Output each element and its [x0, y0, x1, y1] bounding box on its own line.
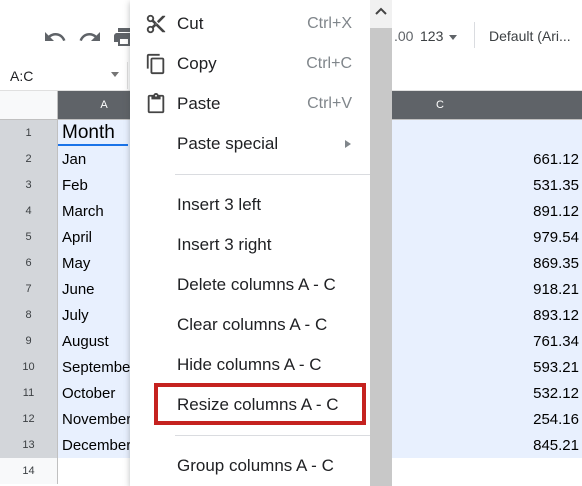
cell-a[interactable]: September [62, 359, 135, 376]
context-menu: Cut Ctrl+X Copy Ctrl+C Paste Ctrl+V Past… [130, 0, 370, 486]
menu-item-label: Insert 3 left [177, 195, 262, 214]
cell-a[interactable]: December [62, 437, 131, 454]
row-header[interactable]: 6 [0, 250, 58, 276]
undo-icon[interactable] [43, 25, 67, 49]
row-header[interactable]: 10 [0, 354, 58, 380]
menu-item-paste[interactable]: Paste Ctrl+V [130, 84, 370, 124]
menu-item-insert-left[interactable]: Insert 3 left [130, 185, 370, 225]
row-header[interactable]: 1 [0, 120, 58, 146]
cell-c[interactable]: 979.54 [533, 229, 579, 246]
cell-c[interactable]: 918.21 [533, 281, 579, 298]
menu-item-shortcut: Ctrl+C [306, 55, 352, 72]
cell-c[interactable]: 593.21 [533, 359, 579, 376]
cell-c[interactable]: 254.16 [533, 411, 579, 428]
row-header[interactable]: 3 [0, 172, 58, 198]
menu-item-delete-columns[interactable]: Delete columns A - C [130, 265, 370, 305]
highlight-box [154, 383, 366, 425]
menu-item-insert-right[interactable]: Insert 3 right [130, 225, 370, 265]
cell-a[interactable]: November [62, 411, 131, 428]
format-dropdown-icon [449, 35, 457, 40]
menu-divider [175, 435, 370, 436]
font-select[interactable]: Default (Ari... [489, 28, 571, 44]
cell-c[interactable]: 891.12 [533, 203, 579, 220]
cell-a[interactable]: April [62, 229, 92, 246]
row-header[interactable]: 7 [0, 276, 58, 302]
menu-item-label: Clear columns A - C [177, 315, 328, 334]
menu-item-label: Paste [177, 94, 221, 113]
toolbar-divider [474, 22, 475, 48]
active-cell-indicator [58, 120, 128, 146]
menu-item-label: Group columns A - C [177, 456, 334, 475]
menu-item-cut[interactable]: Cut Ctrl+X [130, 4, 370, 44]
menu-item-label: Cut [177, 14, 204, 33]
paste-icon [147, 93, 165, 114]
cell-c[interactable]: 531.35 [533, 177, 579, 194]
submenu-arrow-icon [345, 140, 351, 148]
row-header[interactable]: 13 [0, 432, 58, 458]
menu-item-label: Paste special [177, 134, 279, 153]
cell-a[interactable]: Jan [62, 151, 86, 168]
menu-item-clear-columns[interactable]: Clear columns A - C [130, 305, 370, 345]
menu-divider [175, 174, 370, 175]
cell-c[interactable]: 532.12 [533, 385, 579, 402]
cell-a[interactable]: October [62, 385, 115, 402]
menu-item-shortcut: Ctrl+V [307, 95, 352, 112]
cell-c[interactable]: 869.35 [533, 255, 579, 272]
row-header[interactable]: 11 [0, 380, 58, 406]
chevron-up-icon [375, 7, 387, 15]
menu-item-shortcut: Ctrl+X [307, 15, 352, 32]
cell-c[interactable]: 845.21 [533, 437, 579, 454]
menu-item-copy[interactable]: Copy Ctrl+C [130, 44, 370, 84]
row-header[interactable]: 2 [0, 146, 58, 172]
menu-item-paste-special[interactable]: Paste special [130, 124, 370, 164]
menu-item-group-columns[interactable]: Group columns A - C [130, 446, 370, 486]
cut-icon [146, 14, 166, 34]
select-all-corner[interactable] [0, 91, 58, 119]
cell-c[interactable]: 661.12 [533, 151, 579, 168]
row-header[interactable]: 12 [0, 406, 58, 432]
cell-a[interactable]: March [62, 203, 104, 220]
cell-c[interactable]: 893.12 [533, 307, 579, 324]
row-header[interactable]: 5 [0, 224, 58, 250]
decimal-increase-icon[interactable]: .00 [394, 28, 413, 44]
row-header[interactable]: 9 [0, 328, 58, 354]
name-box[interactable]: A:C [0, 62, 128, 89]
more-formats-button[interactable]: 123 [420, 28, 443, 44]
cell-a[interactable]: May [62, 255, 90, 272]
cell-c[interactable]: 761.34 [533, 333, 579, 350]
menu-item-label: Delete columns A - C [177, 275, 336, 294]
menu-scrollbar[interactable] [370, 0, 392, 486]
row-header[interactable]: 8 [0, 302, 58, 328]
row-header[interactable]: 4 [0, 198, 58, 224]
menu-item-hide-columns[interactable]: Hide columns A - C [130, 345, 370, 385]
menu-item-label: Hide columns A - C [177, 355, 322, 374]
menu-item-label: Copy [177, 54, 217, 73]
chevron-down-icon[interactable] [111, 72, 119, 77]
redo-icon[interactable] [78, 25, 102, 49]
cell-a[interactable]: Feb [62, 177, 88, 194]
cell-a[interactable]: August [62, 333, 109, 350]
cell-a[interactable]: July [62, 307, 89, 324]
row-header[interactable]: 14 [0, 458, 58, 484]
column-header-c-label: C [436, 99, 444, 111]
cell-a[interactable]: June [62, 281, 95, 298]
scroll-up-button[interactable] [370, 0, 392, 28]
name-box-value: A:C [10, 68, 34, 84]
menu-item-label: Insert 3 right [177, 235, 272, 254]
copy-icon [146, 53, 165, 75]
